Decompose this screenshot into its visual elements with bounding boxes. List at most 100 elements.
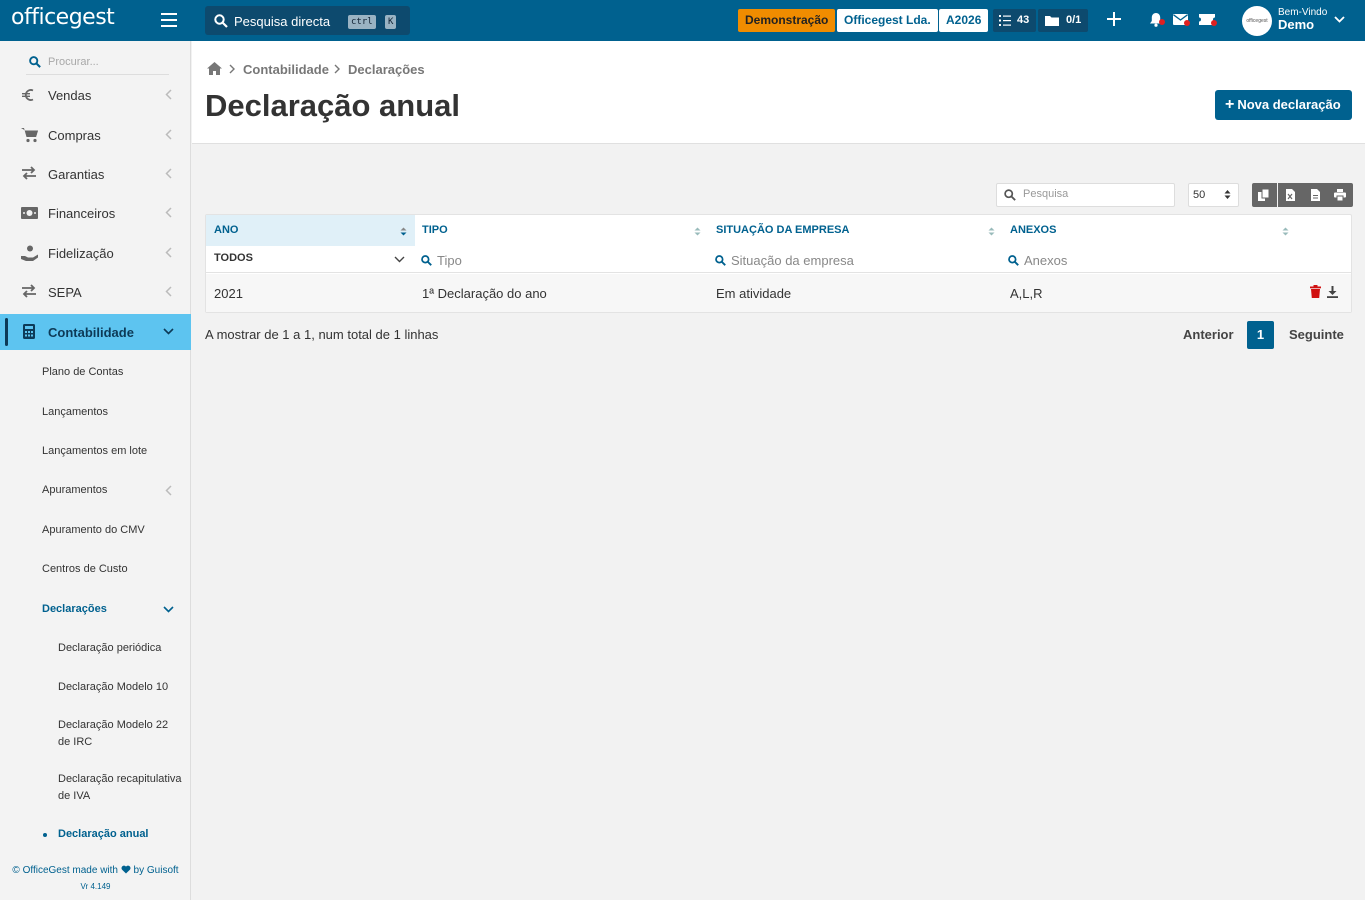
search-icon [214, 14, 228, 28]
ano-filter-value: TODOS [214, 252, 253, 264]
notification-dot [1159, 19, 1165, 25]
direct-search-label: Pesquisa directa [234, 14, 331, 29]
cart-icon [21, 127, 39, 143]
sidebar-item-contabilidade[interactable]: Contabilidade [0, 314, 191, 350]
table-row[interactable]: 2021 1ª Declaração do ano Em atividade A… [206, 274, 1351, 312]
submenu-lancamentos[interactable]: Lançamentos [42, 404, 190, 421]
sidebar-item-sepa[interactable]: SEPA [0, 274, 191, 310]
chevron-right-icon [229, 64, 235, 74]
copy-icon [1258, 189, 1270, 201]
chevron-left-icon [165, 286, 172, 297]
sidebar-item-label: Vendas [48, 88, 92, 103]
column-header-ano[interactable]: ANO [206, 215, 415, 246]
ticket-dot [1211, 20, 1217, 26]
exchange-icon [21, 284, 39, 300]
submenu-declaracao-anual[interactable]: Declaração anual [43, 826, 191, 843]
kbd-ctrl: ctrl [348, 15, 376, 29]
page-size-select[interactable]: 50 [1188, 183, 1239, 207]
chevron-left-icon [165, 168, 172, 179]
year-badge[interactable]: A2026 [939, 9, 989, 32]
submenu-declaracao-modelo-22[interactable]: Declaração Modelo 22 de IRC [58, 717, 183, 751]
mail-icon[interactable] [1173, 14, 1190, 26]
table-search-input[interactable] [1023, 188, 1171, 200]
folder-icon [1045, 15, 1059, 26]
submenu-declaracoes[interactable]: Declarações [42, 601, 190, 618]
footer-author[interactable]: by Guisoft [134, 865, 179, 876]
sidebar-item-compras[interactable]: Compras [0, 117, 191, 153]
submenu-declaracao-periodica[interactable]: Declaração periódica [58, 640, 191, 657]
ticket-icon[interactable] [1199, 14, 1217, 26]
sidebar-item-fidelizacao[interactable]: Fidelização [0, 235, 191, 271]
sidebar-item-label: Compras [48, 128, 101, 143]
submenu-lancamentos-em-lote[interactable]: Lançamentos em lote [42, 443, 190, 460]
chevron-down-icon [163, 328, 174, 335]
search-icon [1008, 255, 1019, 266]
sidebar-search[interactable] [26, 53, 169, 75]
sidebar-footer: © OfficeGest made with by Guisoft Vr 4.1… [0, 863, 191, 895]
logo[interactable]: officegest [11, 5, 115, 30]
submenu-declaracao-modelo-10[interactable]: Declaração Modelo 10 [58, 679, 191, 696]
next-page-button[interactable]: Seguinte [1289, 327, 1344, 342]
download-icon[interactable] [1327, 286, 1338, 298]
chevron-left-icon [165, 129, 172, 140]
column-header-anexos[interactable]: ANEXOS [1002, 215, 1296, 246]
home-icon[interactable] [207, 62, 222, 75]
new-declaration-button[interactable]: + Nova declaração [1215, 90, 1352, 120]
submenu-plano-de-contas[interactable]: Plano de Contas [42, 364, 190, 381]
column-header-situacao[interactable]: SITUAÇÃO DA EMPRESA [708, 215, 1002, 246]
docs-counter[interactable]: 0/1 [1038, 9, 1088, 32]
top-bar: officegest Pesquisa directa ctrl K Demon… [0, 0, 1365, 41]
sidebar-item-label: Fidelização [48, 246, 114, 261]
tasks-counter[interactable]: 43 [993, 9, 1036, 32]
heart-icon [121, 865, 131, 874]
sidebar-item-financeiros[interactable]: Financeiros [0, 195, 191, 231]
sort-icon [988, 227, 995, 236]
sidebar: Vendas Compras Garantias Financeiros Fid… [0, 41, 191, 900]
chevron-right-icon [334, 64, 340, 74]
breadcrumb-contabilidade[interactable]: Contabilidade [243, 62, 329, 77]
plus-icon: + [1225, 96, 1235, 113]
excel-export-button[interactable] [1278, 183, 1303, 207]
pdf-export-button[interactable] [1303, 183, 1328, 207]
chevron-down-icon [163, 606, 174, 613]
sidebar-item-vendas[interactable]: Vendas [0, 77, 191, 113]
breadcrumb-declaracoes[interactable]: Declarações [348, 62, 425, 77]
column-header-tipo[interactable]: TIPO [414, 215, 708, 246]
search-icon [715, 255, 726, 266]
submenu-apuramento-cmv[interactable]: Apuramento do CMV [42, 522, 190, 539]
filter-row: TODOS Tipo Situação da empresa Anexos [206, 246, 1351, 273]
ano-filter-select[interactable]: TODOS [214, 252, 405, 264]
submenu-apuramentos[interactable]: Apuramentos [42, 482, 190, 499]
kbd-k: K [385, 15, 397, 29]
trash-icon[interactable] [1310, 285, 1321, 298]
previous-page-button[interactable]: Anterior [1183, 327, 1234, 342]
add-icon[interactable] [1107, 12, 1121, 26]
submenu-centros-de-custo[interactable]: Centros de Custo [42, 561, 190, 578]
bell-icon[interactable] [1149, 12, 1165, 27]
user-menu[interactable]: Bem-Vindo Demo [1278, 7, 1327, 31]
avatar[interactable]: officegest [1242, 6, 1272, 36]
menu-toggle-icon[interactable] [161, 13, 177, 27]
anexos-filter-placeholder: Anexos [1024, 253, 1068, 268]
table-search[interactable] [996, 183, 1175, 207]
submenu-declaracao-recapitulativa[interactable]: Declaração recapitulativa de IVA [58, 771, 191, 805]
new-declaration-label: Nova declaração [1237, 97, 1341, 112]
chevron-left-icon [165, 207, 172, 218]
company-badge[interactable]: Officegest Lda. [837, 9, 938, 32]
copy-button[interactable] [1252, 183, 1277, 207]
demo-badge[interactable]: Demonstração [738, 9, 836, 32]
direct-search-box[interactable]: Pesquisa directa ctrl K [205, 6, 410, 35]
page-number-button[interactable]: 1 [1247, 321, 1274, 349]
tasks-icon [999, 15, 1011, 26]
sidebar-item-label: SEPA [48, 285, 82, 300]
search-icon [1004, 189, 1016, 201]
print-button[interactable] [1328, 183, 1353, 207]
sort-icon [400, 227, 407, 236]
exchange-icon [21, 166, 39, 182]
excel-file-icon [1286, 189, 1295, 201]
sidebar-search-input[interactable] [48, 56, 166, 68]
chevron-down-icon[interactable] [1334, 16, 1345, 23]
docs-count: 0/1 [1066, 14, 1082, 26]
sidebar-item-garantias[interactable]: Garantias [0, 156, 191, 192]
table-info: A mostrar de 1 a 1, num total de 1 linha… [205, 327, 439, 342]
